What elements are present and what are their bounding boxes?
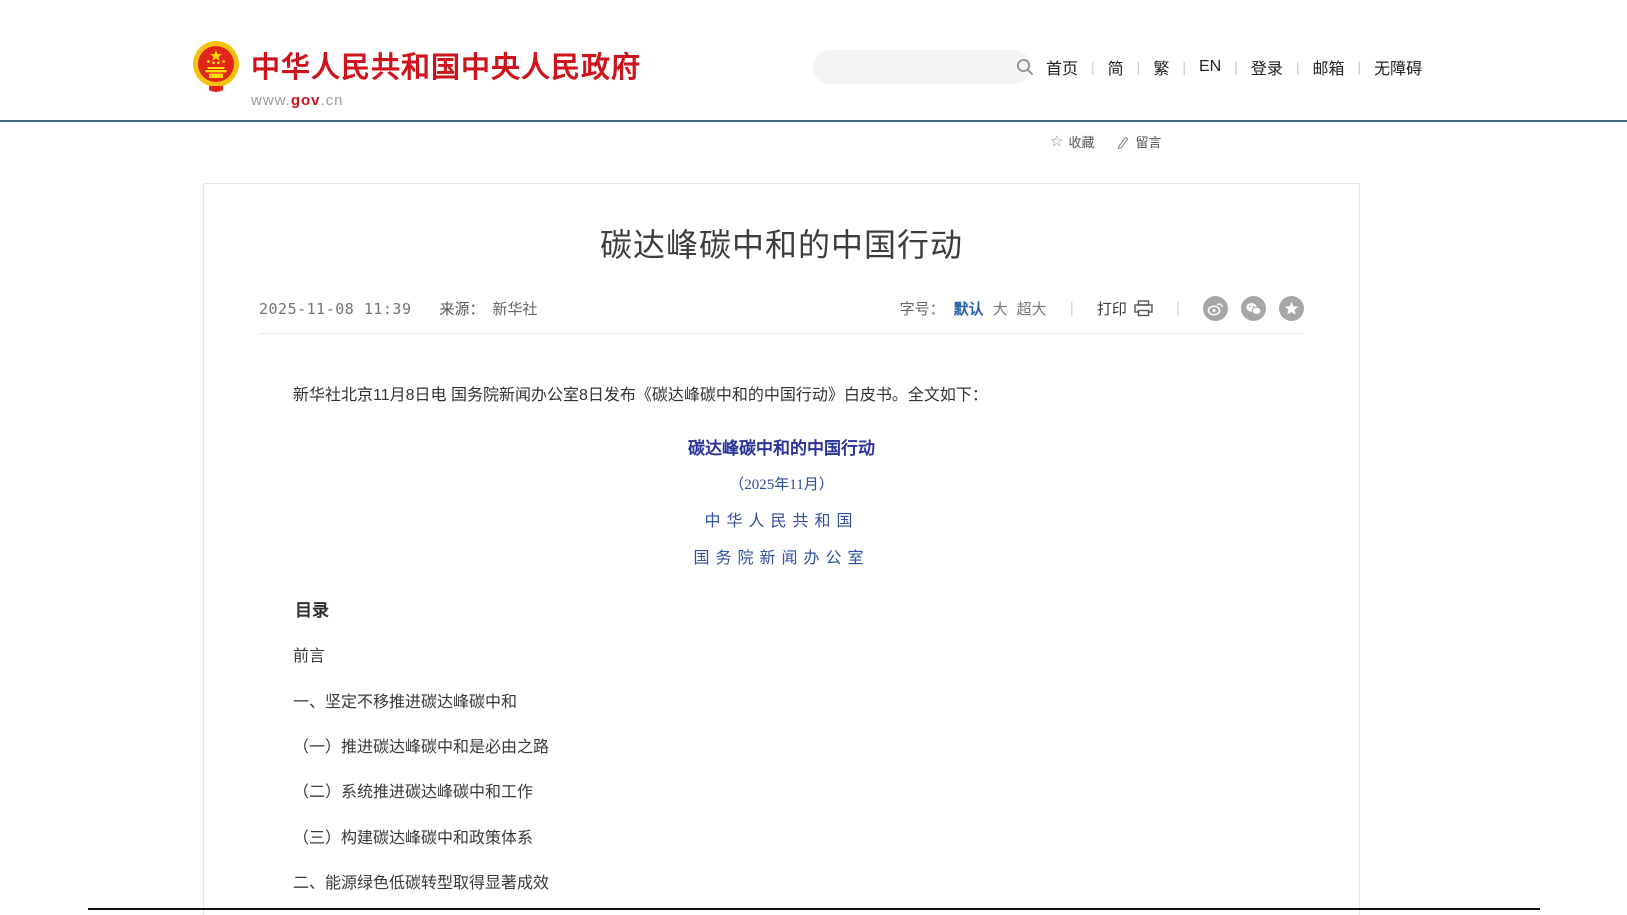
top-nav: 首页| 简| 繁| EN| 登录| 邮箱| 无障碍 bbox=[1043, 55, 1435, 79]
search-icon bbox=[1016, 58, 1034, 76]
site-header: 中华人民共和国中央人民政府 www.gov.cn 首页| 简| 繁| EN| 登… bbox=[0, 0, 1627, 122]
wechat-share-button[interactable] bbox=[1241, 296, 1266, 321]
lead-paragraph: 新华社北京11月8日电 国务院新闻办公室8日发布《碳达峰碳中和的中国行动》白皮书… bbox=[261, 386, 1302, 405]
site-brand[interactable]: 中华人民共和国中央人民政府 www.gov.cn bbox=[251, 44, 641, 109]
message-label: 留言 bbox=[1135, 132, 1161, 151]
toc-item-2: 二、能源绿色低碳转型取得显著成效 bbox=[261, 875, 1302, 893]
nav-accessibility[interactable]: 无障碍 bbox=[1361, 55, 1435, 79]
star-icon: ☆ bbox=[1050, 134, 1063, 149]
qzone-share-button[interactable] bbox=[1279, 296, 1304, 321]
page: 中华人民共和国中央人民政府 www.gov.cn 首页| 简| 繁| EN| 登… bbox=[0, 0, 1627, 915]
site-url: www.gov.cn bbox=[251, 92, 641, 109]
article-meta-row: 2025-11-08 11:39 来源： 新华社 字号： 默认 大 超大 | 打… bbox=[259, 296, 1304, 321]
url-www: www. bbox=[251, 92, 291, 109]
nav-home[interactable]: 首页 bbox=[1043, 55, 1091, 79]
nav-english[interactable]: EN bbox=[1186, 58, 1234, 76]
bottom-edge-line bbox=[88, 908, 1540, 910]
search-input[interactable] bbox=[813, 50, 1016, 84]
source-value[interactable]: 新华社 bbox=[493, 298, 538, 319]
toc-item-1-2: （二）系统推进碳达峰碳中和工作 bbox=[261, 784, 1302, 802]
meta-divider: | bbox=[1176, 300, 1180, 318]
url-gov: gov bbox=[291, 92, 321, 109]
site-title: 中华人民共和国中央人民政府 bbox=[251, 44, 641, 86]
toc-item-preface: 前言 bbox=[261, 648, 1302, 666]
meta-right: 字号： 默认 大 超大 | 打印 | bbox=[900, 296, 1304, 321]
article-body: 新华社北京11月8日电 国务院新闻办公室8日发布《碳达峰碳中和的中国行动》白皮书… bbox=[204, 386, 1359, 915]
publish-date: 2025-11-08 11:39 bbox=[259, 300, 412, 318]
article-actions: ☆ 收藏 留言 bbox=[1050, 132, 1161, 151]
source-label: 来源： bbox=[440, 298, 485, 319]
font-size-label: 字号： bbox=[900, 298, 945, 319]
nav-traditional[interactable]: 繁 bbox=[1140, 55, 1182, 79]
weibo-share-button[interactable] bbox=[1203, 296, 1228, 321]
meta-left: 2025-11-08 11:39 来源： 新华社 bbox=[259, 298, 538, 319]
share-icons bbox=[1203, 296, 1304, 321]
font-size-large[interactable]: 大 bbox=[993, 298, 1008, 319]
document-issuer-office: 国务院新闻办公室 bbox=[261, 544, 1302, 568]
article-card: 碳达峰碳中和的中国行动 2025-11-08 11:39 来源： 新华社 字号：… bbox=[203, 183, 1360, 915]
font-size-default[interactable]: 默认 bbox=[954, 298, 984, 319]
toc-heading: 目录 bbox=[261, 596, 1302, 621]
toc-item-1: 一、坚定不移推进碳达峰碳中和 bbox=[261, 694, 1302, 712]
toc-item-1-1: （一）推进碳达峰碳中和是必由之路 bbox=[261, 739, 1302, 757]
print-label: 打印 bbox=[1097, 298, 1127, 319]
article-title: 碳达峰碳中和的中国行动 bbox=[204, 220, 1359, 266]
document-issuer-country: 中华人民共和国 bbox=[261, 507, 1302, 531]
national-emblem-icon bbox=[191, 40, 241, 94]
document-date: （2025年11月） bbox=[261, 473, 1302, 494]
weibo-icon bbox=[1207, 301, 1224, 316]
meta-divider-line bbox=[259, 333, 1304, 334]
message-button[interactable]: 留言 bbox=[1116, 132, 1161, 151]
printer-icon bbox=[1134, 300, 1153, 317]
nav-mail[interactable]: 邮箱 bbox=[1300, 55, 1358, 79]
meta-divider: | bbox=[1070, 300, 1074, 318]
nav-simplified[interactable]: 简 bbox=[1095, 55, 1137, 79]
document-title: 碳达峰碳中和的中国行动 bbox=[261, 434, 1302, 459]
font-size-xlarge[interactable]: 超大 bbox=[1017, 298, 1047, 319]
nav-login[interactable]: 登录 bbox=[1238, 55, 1296, 79]
wechat-icon bbox=[1245, 302, 1262, 316]
toc-item-1-3: （三）构建碳达峰碳中和政策体系 bbox=[261, 830, 1302, 848]
print-button[interactable]: 打印 bbox=[1097, 298, 1153, 319]
pencil-icon bbox=[1116, 135, 1130, 149]
favorite-label: 收藏 bbox=[1068, 132, 1094, 151]
qzone-star-icon bbox=[1284, 301, 1299, 316]
search-button[interactable] bbox=[1016, 50, 1034, 84]
url-cn: .cn bbox=[321, 92, 344, 109]
search-box bbox=[813, 50, 1031, 84]
favorite-button[interactable]: ☆ 收藏 bbox=[1050, 132, 1094, 151]
